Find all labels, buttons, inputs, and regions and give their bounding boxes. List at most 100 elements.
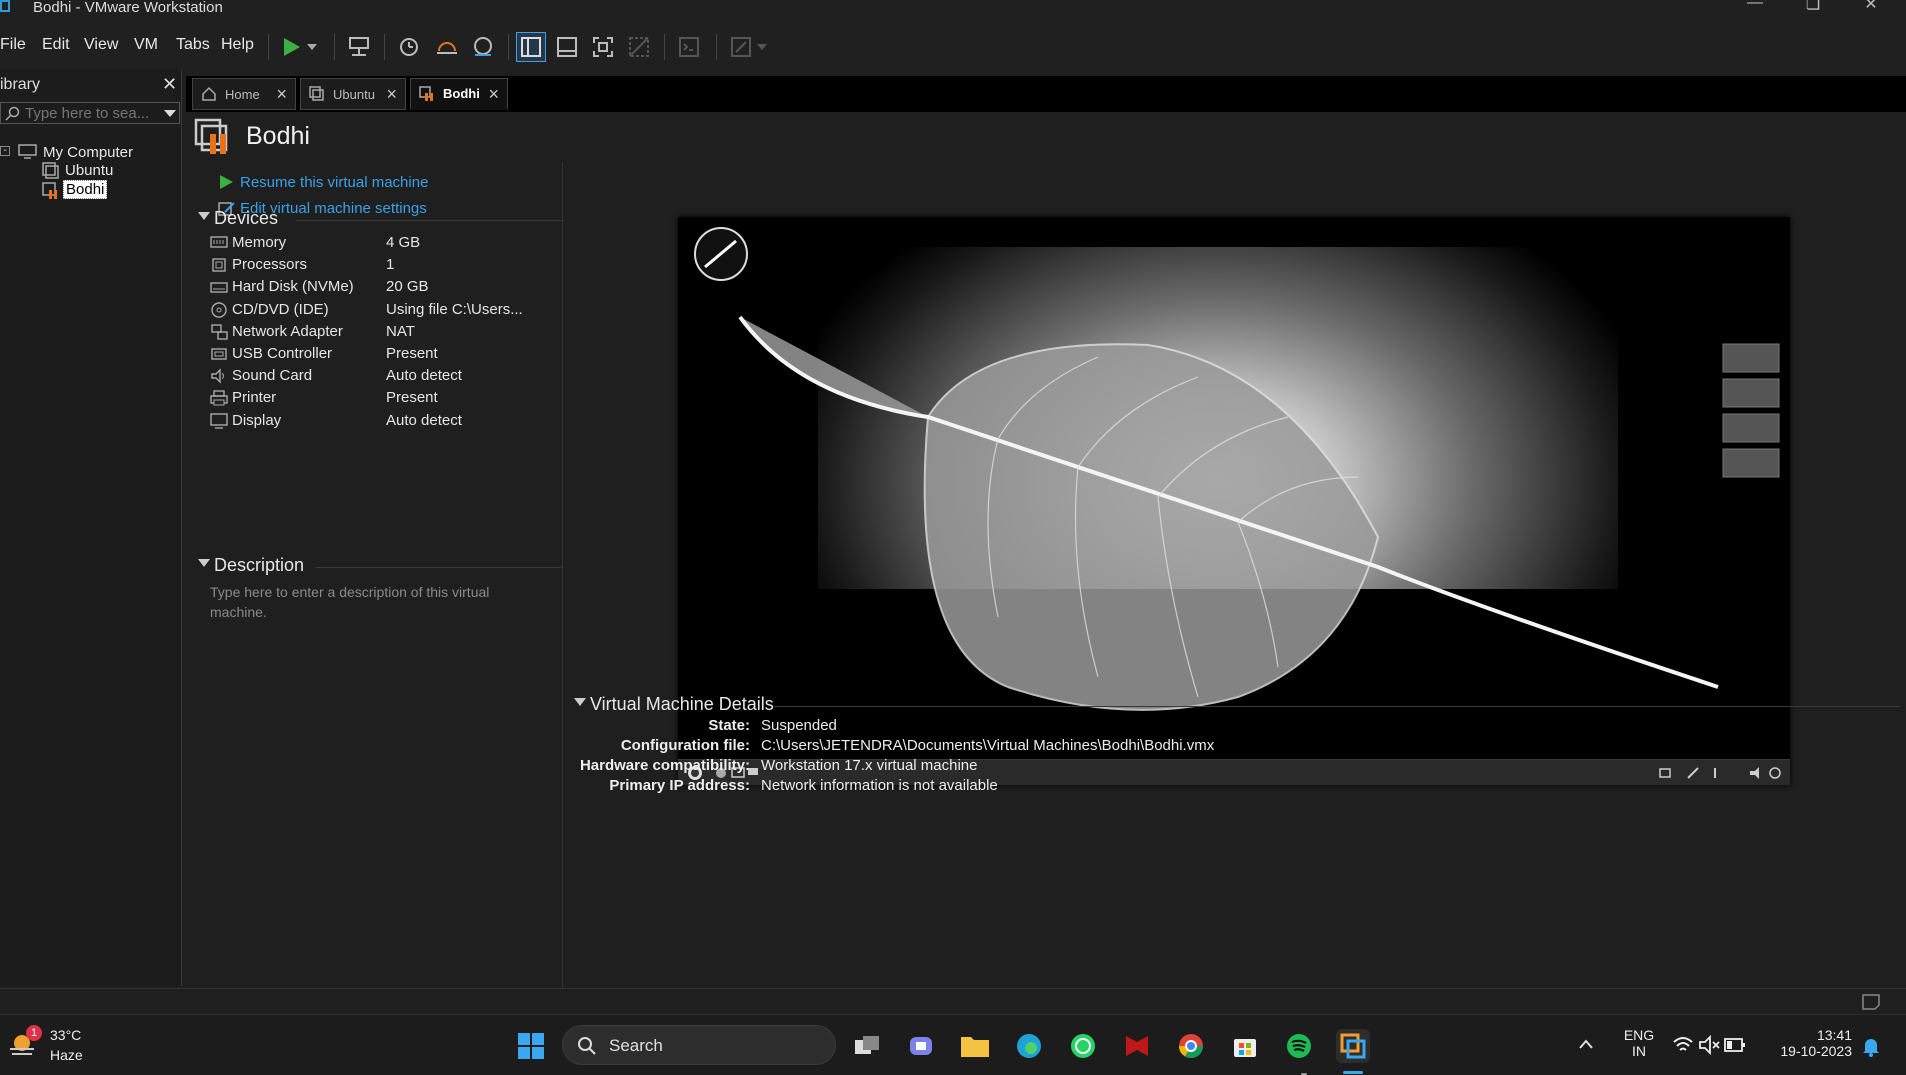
spotify-icon: [1287, 1034, 1311, 1058]
library-view-icon: [521, 37, 541, 57]
mcafee-button[interactable]: [1120, 1029, 1154, 1063]
chrome-button[interactable]: [1174, 1029, 1208, 1063]
vm-details-divider: [774, 706, 1900, 707]
menu-file[interactable]: File: [0, 36, 26, 54]
device-name: Network Adapter: [232, 322, 343, 340]
teams-chat-button[interactable]: [904, 1029, 938, 1063]
notifications-button[interactable]: [1862, 1037, 1880, 1062]
menu-tabs[interactable]: Tabs: [176, 36, 210, 54]
minimize-button[interactable]: —: [1726, 0, 1784, 14]
chevron-down-icon: [164, 110, 176, 117]
toolbar-separator: [334, 34, 335, 60]
play-icon: [284, 38, 300, 56]
show-library-button[interactable]: [516, 32, 546, 62]
tab-label: Bodhi: [443, 86, 480, 101]
language-indicator[interactable]: ENG IN: [1622, 1027, 1656, 1059]
quick-settings-button[interactable]: [1672, 1035, 1745, 1057]
revert-snapshot-button[interactable]: [432, 32, 462, 62]
thumbnail-bar-button[interactable]: [552, 32, 582, 62]
restore-button[interactable]: ❏: [1784, 0, 1842, 14]
tab-label: Ubuntu: [333, 86, 375, 102]
tab-bodhi[interactable]: Bodhi ×: [410, 78, 508, 110]
vmware-taskbar-button[interactable]: [1336, 1029, 1370, 1063]
cd-dvd-icon: [211, 301, 227, 318]
send-ctrl-alt-del-button[interactable]: [344, 32, 374, 62]
device-row[interactable]: Hard Disk (NVMe) 20 GB: [210, 278, 550, 298]
collapse-triangle-icon: [198, 212, 210, 220]
device-value: Auto detect: [386, 367, 462, 385]
library-panel: ibrary ✕ - My Computer Ubuntu Bodhi: [0, 70, 182, 986]
edge-button[interactable]: [1012, 1029, 1046, 1063]
chevron-down-icon: [757, 44, 767, 50]
detail-label-config-file: Configuration file:: [620, 737, 750, 754]
keyboard-network-icon: [349, 37, 369, 56]
taskbar-search[interactable]: Search: [562, 1025, 836, 1065]
close-tab-icon[interactable]: ×: [488, 84, 499, 105]
processor-icon: [212, 258, 226, 272]
device-row[interactable]: Network Adapter NAT: [210, 323, 550, 343]
close-tab-icon[interactable]: ×: [276, 84, 287, 105]
menu-edit[interactable]: Edit: [42, 36, 70, 54]
full-screen-icon: [593, 37, 613, 57]
chrome-icon: [1179, 1034, 1203, 1059]
description-field[interactable]: Type here to enter a description of this…: [210, 582, 510, 622]
menu-view[interactable]: View: [84, 36, 118, 54]
weather-widget[interactable]: 1 33°C Haze: [8, 1025, 128, 1067]
vm-details-heading: Virtual Machine Details: [590, 694, 774, 714]
status-bar: [0, 988, 1906, 1014]
clock-date: 19-10-2023: [1780, 1043, 1852, 1059]
device-value: 1: [386, 256, 395, 274]
printer-icon: [210, 390, 228, 406]
console-view-button[interactable]: [674, 32, 704, 62]
resume-vm-label: Resume this virtual machine: [240, 174, 429, 191]
home-icon: [202, 86, 216, 101]
device-row[interactable]: Sound Card Auto detect: [210, 367, 550, 387]
device-name: USB Controller: [232, 345, 333, 362]
snapshot-button[interactable]: [394, 32, 424, 62]
device-row[interactable]: Printer Present: [210, 389, 550, 409]
tree-collapse-toggle[interactable]: -: [0, 146, 10, 156]
menu-help[interactable]: Help: [221, 36, 254, 54]
suspended-vm-large-icon: [194, 118, 228, 154]
close-window-button[interactable]: ✕: [1842, 0, 1900, 14]
memory-icon: [210, 236, 228, 248]
stretch-guest-button[interactable]: [726, 32, 756, 62]
toolbar-separator: [664, 34, 665, 60]
unity-button[interactable]: [624, 32, 654, 62]
power-dropdown-button[interactable]: [304, 32, 320, 62]
device-name: Display: [232, 411, 282, 429]
snapshot-manager-button[interactable]: [468, 32, 498, 62]
stretch-dropdown-button[interactable]: [754, 32, 770, 62]
device-row[interactable]: CD/DVD (IDE) Using file C:\Users...: [210, 301, 550, 321]
tab-home[interactable]: Home ×: [192, 78, 296, 110]
file-explorer-button[interactable]: [958, 1029, 992, 1063]
close-library-button[interactable]: ✕: [162, 74, 177, 95]
show-hidden-icons-button[interactable]: [1578, 1037, 1594, 1055]
start-button[interactable]: [514, 1029, 548, 1063]
task-view-button[interactable]: [850, 1029, 884, 1063]
menu-vm[interactable]: VM: [134, 36, 158, 54]
tab-ubuntu[interactable]: Ubuntu ×: [300, 78, 406, 110]
whatsapp-button[interactable]: [1066, 1029, 1100, 1063]
search-icon: [5, 106, 20, 121]
title-bar: Bodhi - VMware Workstation — ❏ ✕: [0, 0, 1906, 16]
battery-icon: [1724, 1038, 1745, 1052]
folder-icon: [961, 1037, 989, 1057]
device-row[interactable]: Memory 4 GB: [210, 234, 550, 254]
vm-screenshot-preview[interactable]: [678, 217, 1790, 785]
device-row[interactable]: USB Controller Present: [210, 345, 550, 365]
tree-label-my-computer: My Computer: [43, 144, 134, 161]
device-name: CD/DVD (IDE): [232, 300, 329, 318]
tree-label-bodhi: Bodhi: [63, 180, 108, 199]
power-on-button[interactable]: [276, 32, 306, 62]
device-row[interactable]: Display Auto detect: [210, 412, 550, 432]
full-screen-button[interactable]: [588, 32, 618, 62]
library-search-input[interactable]: [25, 104, 153, 122]
store-icon: [1234, 1039, 1256, 1057]
spotify-button[interactable]: [1282, 1029, 1316, 1063]
device-row[interactable]: Processors 1: [210, 256, 550, 276]
clock[interactable]: 13:41 19-10-2023: [1762, 1027, 1852, 1059]
store-button[interactable]: [1228, 1029, 1262, 1063]
close-tab-icon[interactable]: ×: [386, 84, 397, 105]
detail-value-state: Suspended: [761, 717, 837, 734]
